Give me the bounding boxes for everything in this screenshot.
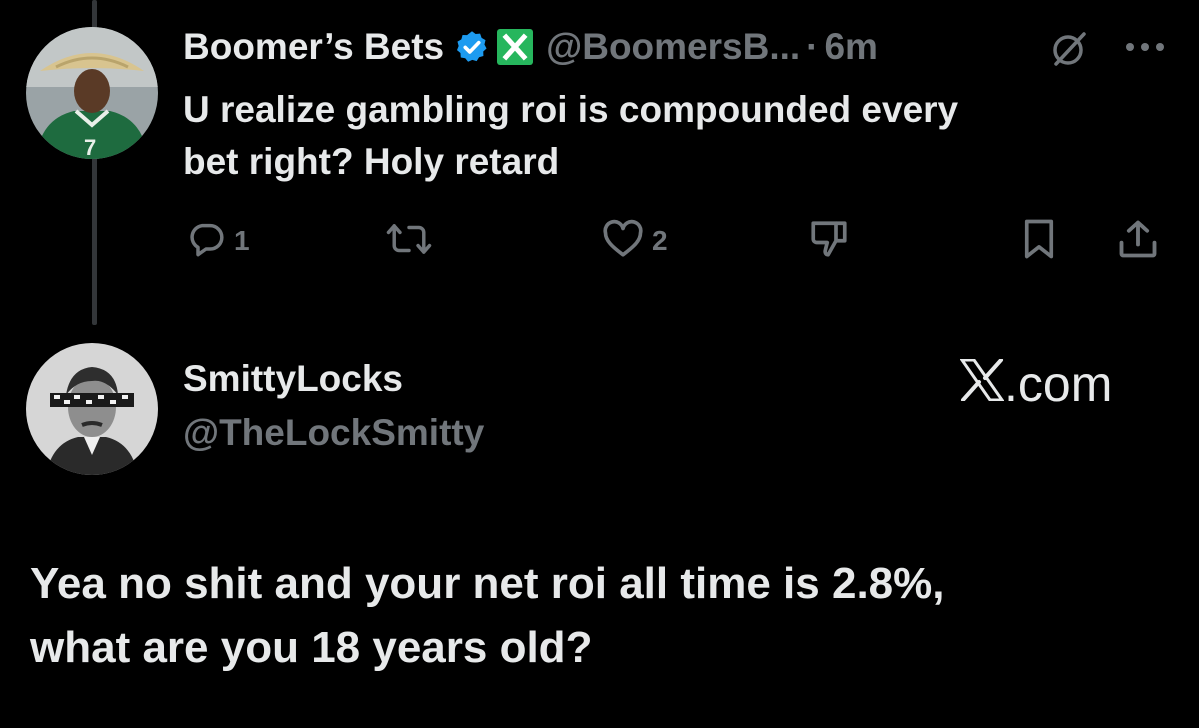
author-name[interactable]: Boomer’s Bets xyxy=(183,26,444,68)
verified-badge-icon xyxy=(454,29,490,65)
like-count: 2 xyxy=(652,225,668,256)
reply-text: Yea no shit and your net roi all time is… xyxy=(30,552,1180,680)
heart-icon xyxy=(602,219,644,264)
author-handle[interactable]: @TheLockSmitty xyxy=(183,412,484,454)
tweet-text-line: U realize gambling roi is compounded eve… xyxy=(183,89,959,130)
x-square-badge-icon xyxy=(496,28,534,66)
reply-text-line: what are you 18 years old? xyxy=(30,623,593,672)
author-handle[interactable]: @BoomersB... xyxy=(546,26,800,68)
avatar[interactable]: 7 xyxy=(26,27,158,159)
x-logo-icon xyxy=(959,355,1005,413)
reply-button[interactable]: 1 xyxy=(186,218,250,264)
post-time[interactable]: 6m xyxy=(824,26,877,68)
reply-text-line: Yea no shit and your net roi all time is… xyxy=(30,559,945,608)
watermark-text: .com xyxy=(1004,356,1113,412)
more-options-icon[interactable] xyxy=(1124,40,1166,58)
share-upload-icon xyxy=(1116,217,1160,266)
retweet-icon xyxy=(386,219,432,264)
author-name[interactable]: SmittyLocks xyxy=(183,358,403,400)
retweet-button[interactable] xyxy=(386,218,432,264)
separator-dot: · xyxy=(806,26,819,67)
football-player-avatar-image: 7 xyxy=(26,27,158,159)
bookmark-button[interactable] xyxy=(1020,218,1058,264)
reply-icon xyxy=(186,219,226,264)
reply-count: 1 xyxy=(234,225,250,256)
grok-slash-circle-icon[interactable] xyxy=(1050,28,1090,73)
thumbs-down-icon xyxy=(808,218,850,265)
share-button[interactable] xyxy=(1116,218,1160,264)
dislike-button[interactable] xyxy=(808,218,850,264)
like-button[interactable]: 2 xyxy=(602,218,668,264)
tweet-text-line: bet right? Holy retard xyxy=(183,141,560,182)
tweet-text: U realize gambling roi is compounded eve… xyxy=(183,84,1143,188)
avatar[interactable] xyxy=(26,343,158,475)
svg-text:7: 7 xyxy=(84,135,96,159)
x-com-watermark: .com xyxy=(959,355,1113,413)
tweet-actions: 1 2 xyxy=(0,218,1199,264)
bookmark-icon xyxy=(1020,218,1058,265)
tweet-header: Boomer’s Bets @BoomersB... · 6m xyxy=(183,22,878,72)
portrait-avatar-image xyxy=(26,343,158,475)
